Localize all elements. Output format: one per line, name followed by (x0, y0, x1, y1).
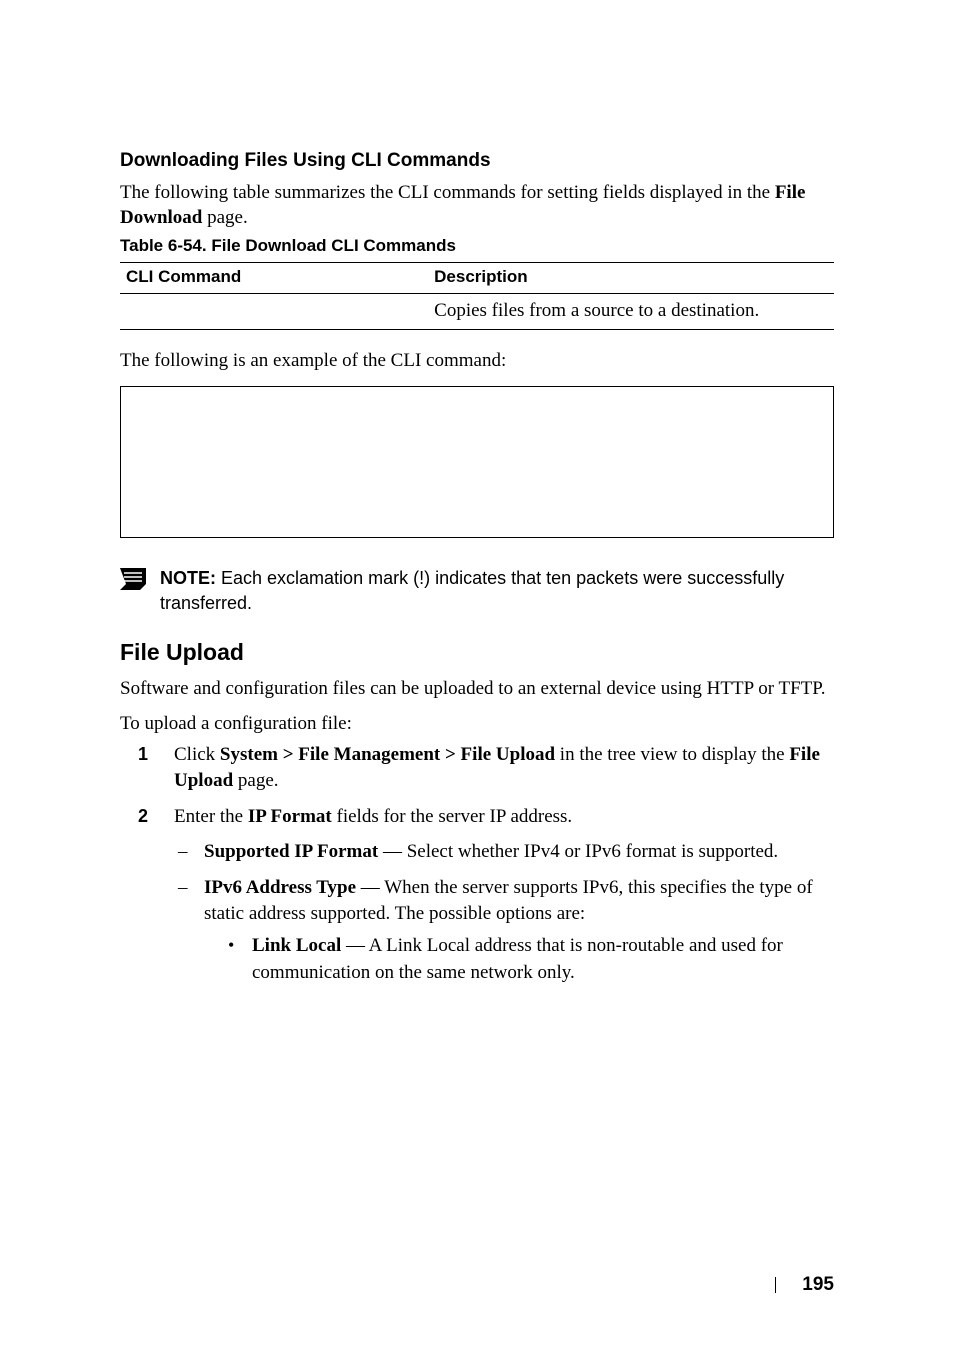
upload-lead: To upload a configuration file: (120, 711, 834, 736)
table-cell-description: Copies files from a source to a destinat… (434, 294, 834, 330)
note-body: Each exclamation mark (!) indicates that… (160, 568, 784, 612)
step-body: Click System > File Management > File Up… (174, 742, 834, 794)
step-body: Enter the IP Format fields for the serve… (174, 804, 834, 1001)
bullet-item: Link Local — A Link Local address that i… (204, 933, 834, 985)
footer-separator (775, 1277, 776, 1293)
cli-commands-table: CLI Command Description Copies files fro… (120, 262, 834, 330)
step-number: 2 (138, 804, 168, 1001)
note-text: NOTE: Each exclamation mark (!) indicate… (160, 566, 834, 615)
step-text: Click (174, 744, 220, 765)
step-text: in the tree view to display the (555, 744, 789, 765)
step-bold: IP Format (248, 806, 332, 827)
bullet-list: Link Local — A Link Local address that i… (204, 933, 834, 985)
step-text: fields for the server IP address. (332, 806, 572, 827)
step-text: Enter the (174, 806, 248, 827)
table-row: Copies files from a source to a destinat… (120, 294, 834, 330)
page-number: 195 (802, 1274, 834, 1295)
step-text: page. (233, 770, 278, 791)
upload-paragraph: Software and configuration files can be … (120, 676, 834, 701)
step-number: 1 (138, 742, 168, 794)
step-item: 2 Enter the IP Format fields for the ser… (120, 804, 834, 1001)
step-bold: System > File Management > File Upload (220, 744, 555, 765)
dash-bold: IPv6 Address Type (204, 877, 356, 898)
section-heading: Downloading Files Using CLI Commands (120, 150, 834, 172)
code-example-box (120, 386, 834, 538)
dash-item: Supported IP Format — Select whether IPv… (174, 839, 834, 865)
intro-paragraph: The following table summarizes the CLI c… (120, 180, 834, 230)
file-upload-heading: File Upload (120, 639, 834, 666)
intro-text-1: The following table summarizes the CLI c… (120, 182, 775, 203)
steps-list: 1 Click System > File Management > File … (120, 742, 834, 1002)
table-header-command: CLI Command (120, 263, 434, 294)
intro-text-2: page. (202, 207, 247, 228)
dash-item: IPv6 Address Type — When the server supp… (174, 875, 834, 992)
page-footer: 195 (775, 1274, 834, 1296)
example-lead: The following is an example of the CLI c… (120, 350, 834, 372)
table-header-description: Description (434, 263, 834, 294)
note-icon (120, 568, 146, 595)
dash-list: Supported IP Format — Select whether IPv… (174, 839, 834, 992)
dash-bold: Supported IP Format (204, 841, 378, 862)
note-block: NOTE: Each exclamation mark (!) indicate… (120, 566, 834, 615)
dash-text: — Select whether IPv4 or IPv6 format is … (378, 841, 778, 862)
table-caption: Table 6-54. File Download CLI Commands (120, 236, 834, 256)
bullet-bold: Link Local (252, 935, 341, 956)
table-cell-command (120, 294, 434, 330)
note-label: NOTE: (160, 568, 216, 588)
step-item: 1 Click System > File Management > File … (120, 742, 834, 794)
